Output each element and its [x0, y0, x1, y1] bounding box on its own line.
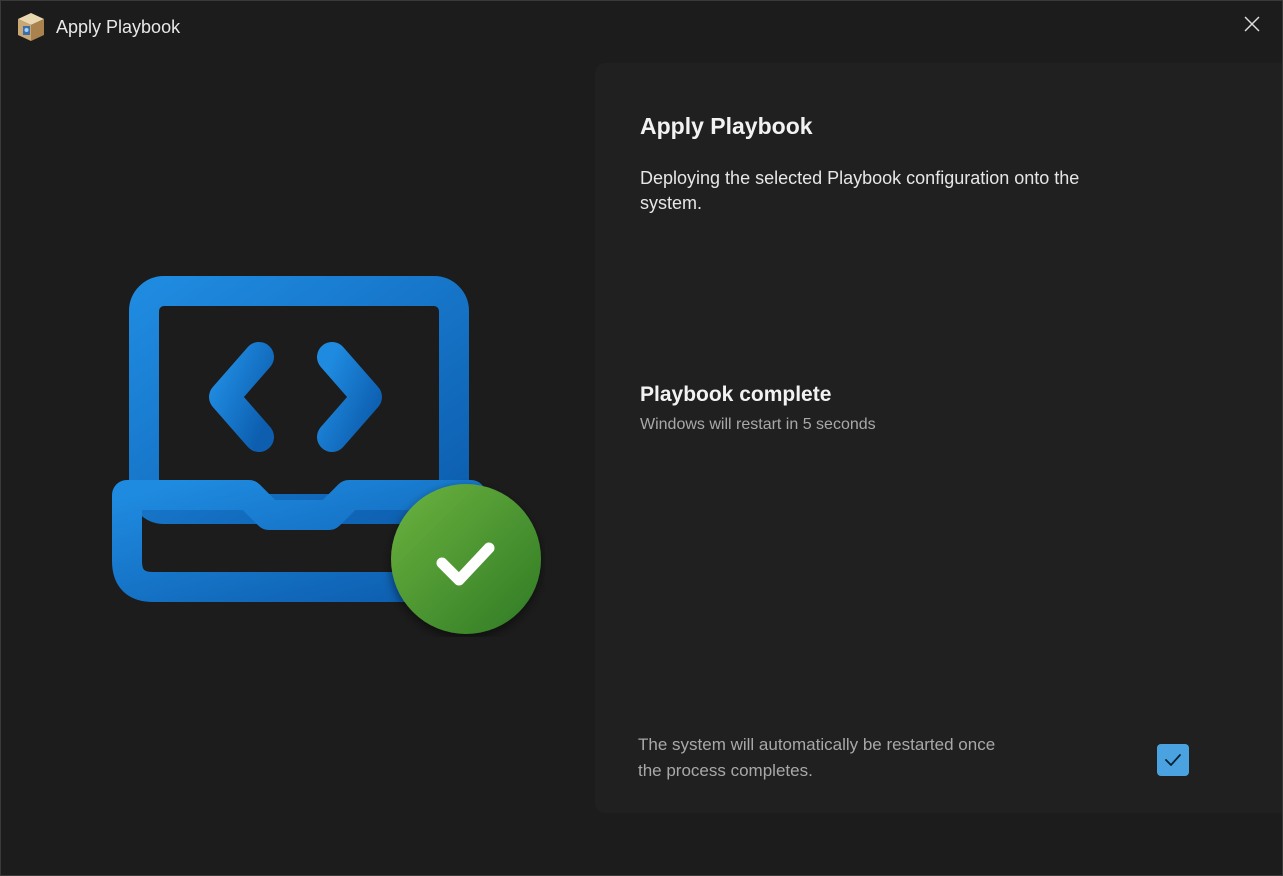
status-subtitle: Windows will restart in 5 seconds [640, 416, 876, 433]
close-icon [1244, 16, 1260, 32]
status-title: Playbook complete [640, 383, 832, 406]
laptop-code-icon [109, 273, 545, 637]
auto-restart-label: The system will automatically be restart… [638, 735, 996, 780]
title-bar: Apply Playbook [1, 1, 1282, 53]
apply-playbook-window: Apply Playbook Apply Playbook Deploying … [0, 0, 1283, 876]
close-button[interactable] [1222, 1, 1282, 47]
content-card: Apply Playbook Deploying the selected Pl… [595, 63, 1282, 813]
page-heading: Apply Playbook [640, 113, 813, 139]
page-description: Deploying the selected Playbook configur… [640, 168, 1080, 213]
checkmark-circle-icon [391, 484, 541, 634]
checkmark-icon [1165, 754, 1181, 766]
cube-app-icon [15, 11, 47, 43]
window-title: Apply Playbook [56, 17, 181, 37]
auto-restart-checkbox[interactable] [1157, 744, 1189, 776]
